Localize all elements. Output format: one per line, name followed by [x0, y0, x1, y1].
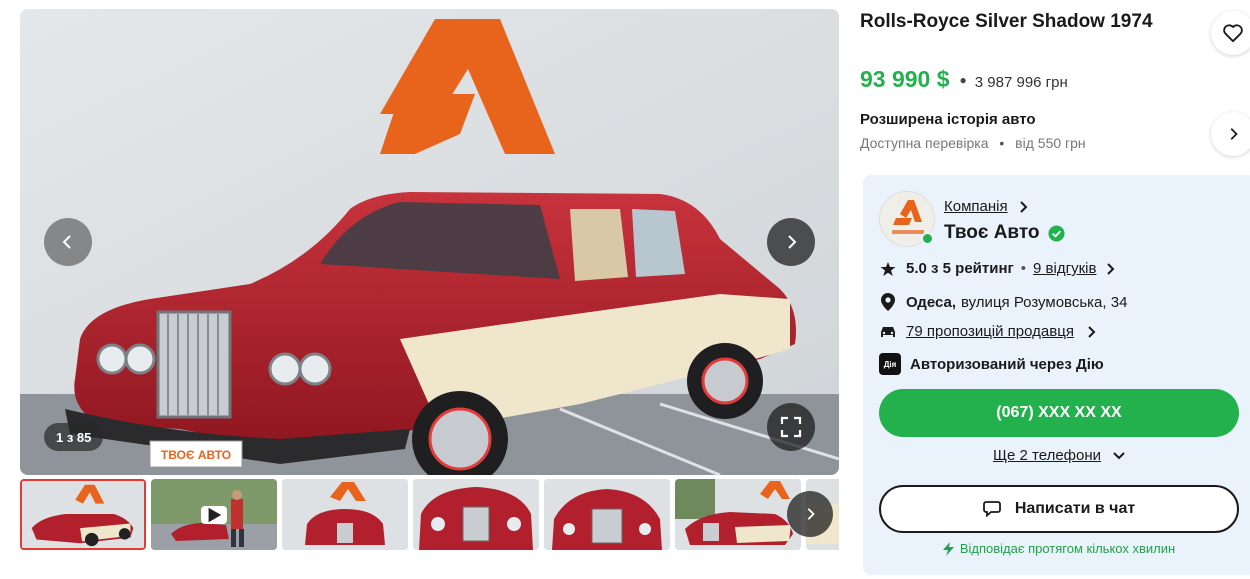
- play-icon: [201, 505, 227, 524]
- fullscreen-button[interactable]: [767, 403, 815, 451]
- chevron-right-icon: [1088, 325, 1096, 338]
- star-icon: [880, 261, 896, 276]
- favorite-button[interactable]: [1211, 11, 1250, 55]
- history-open-button[interactable]: [1211, 112, 1250, 156]
- more-phones-toggle[interactable]: Ще 2 телефони: [863, 447, 1250, 464]
- thumbnail[interactable]: [20, 479, 146, 550]
- chat-button[interactable]: Написати в чат: [879, 485, 1239, 533]
- thumbnail-image: [282, 479, 408, 550]
- heart-icon: [1223, 24, 1243, 43]
- company-label: Компанія: [944, 198, 1008, 215]
- verified-icon: [1047, 224, 1065, 242]
- dot-separator: ●: [959, 73, 967, 87]
- thumbnail[interactable]: [413, 479, 539, 550]
- chevron-right-icon: [1230, 128, 1238, 140]
- more-phones-label: Ще 2 телефони: [992, 447, 1102, 464]
- chevron-right-icon: [1019, 200, 1028, 213]
- thumbnail[interactable]: [675, 479, 801, 550]
- thumbnail-image: [413, 479, 539, 550]
- show-phone-button[interactable]: (067) XXX XX XX: [879, 389, 1239, 437]
- thumbnail-strip[interactable]: [20, 479, 839, 550]
- seller-card: Компанія Твоє Авто 5.0 з 5 рейтинг • 9 в…: [863, 175, 1250, 575]
- location-pin-icon: [881, 293, 895, 311]
- online-status-dot: [921, 232, 934, 245]
- history-available: Доступна перевірка: [860, 135, 989, 151]
- video-thumbnail[interactable]: [151, 479, 277, 550]
- license-plate: ТВОЄ АВТО: [161, 448, 231, 462]
- seller-name-text: Твоє Авто: [944, 222, 1040, 243]
- gallery-prev-button[interactable]: [44, 218, 92, 266]
- fullscreen-icon: [780, 416, 802, 438]
- thumbnail-image: [675, 479, 801, 550]
- company-link[interactable]: Компанія: [944, 198, 1028, 215]
- location-row: Одеса, вулиця Розумовська, 34: [879, 293, 1127, 311]
- thumbnail-image: [22, 481, 144, 548]
- rating-value: 5.0 з 5 рейтинг: [906, 260, 1014, 277]
- offers-row[interactable]: 79 пропозицій продавця: [879, 323, 1096, 340]
- city: Одеса,: [906, 293, 956, 311]
- chevron-right-icon: [1107, 262, 1115, 275]
- history-price: від 550 грн: [1015, 135, 1086, 151]
- gallery-next-button[interactable]: [767, 218, 815, 266]
- diia-icon: Дія: [879, 353, 901, 375]
- car-photo: ТВОЄ АВТО: [20, 9, 839, 475]
- price-uah: 3 987 996 грн: [974, 74, 1068, 91]
- chevron-right-icon: [788, 235, 797, 249]
- thumbnail-image: [544, 479, 670, 550]
- authorized-text: Авторизований через Дію: [910, 355, 1104, 373]
- thumbnails-next-button[interactable]: [787, 491, 833, 537]
- address: вулиця Розумовська, 34: [961, 293, 1128, 311]
- offers-link[interactable]: 79 пропозицій продавця: [906, 323, 1074, 340]
- response-text: Відповідає протягом кількох хвилин: [959, 541, 1176, 556]
- listing-title: Rolls-Royce Silver Shadow 1974: [860, 11, 1153, 32]
- reviews-link[interactable]: 9 відгуків: [1033, 260, 1096, 277]
- chat-label: Написати в чат: [1014, 500, 1136, 517]
- chevron-left-icon: [62, 235, 71, 249]
- rating-row: 5.0 з 5 рейтинг • 9 відгуків: [879, 260, 1115, 277]
- thumbnail[interactable]: [544, 479, 670, 550]
- chat-bubble-icon: [982, 501, 1001, 517]
- chevron-right-icon: [807, 508, 815, 520]
- price-row: 93 990 $ ● 3 987 996 грн: [860, 66, 1068, 93]
- thumbnail[interactable]: [282, 479, 408, 550]
- diia-row: Дія Авторизований через Дію: [879, 353, 1104, 375]
- response-time: Відповідає протягом кількох хвилин: [863, 541, 1250, 556]
- seller-name: Твоє Авто: [944, 222, 1065, 244]
- car-icon: [881, 326, 895, 337]
- photo-gallery[interactable]: ТВОЄ АВТО 1 з 85: [20, 9, 839, 475]
- history-subtitle: Доступна перевірка • від 550 грн: [860, 135, 1086, 151]
- history-title: Розширена історія авто: [860, 111, 1036, 128]
- chevron-down-icon: [1113, 451, 1125, 459]
- photo-counter: 1 з 85: [44, 423, 104, 451]
- lightning-icon: [942, 541, 954, 556]
- dot-separator: •: [999, 135, 1005, 151]
- dot-separator: •: [1020, 260, 1027, 277]
- price-usd: 93 990 $: [860, 66, 950, 92]
